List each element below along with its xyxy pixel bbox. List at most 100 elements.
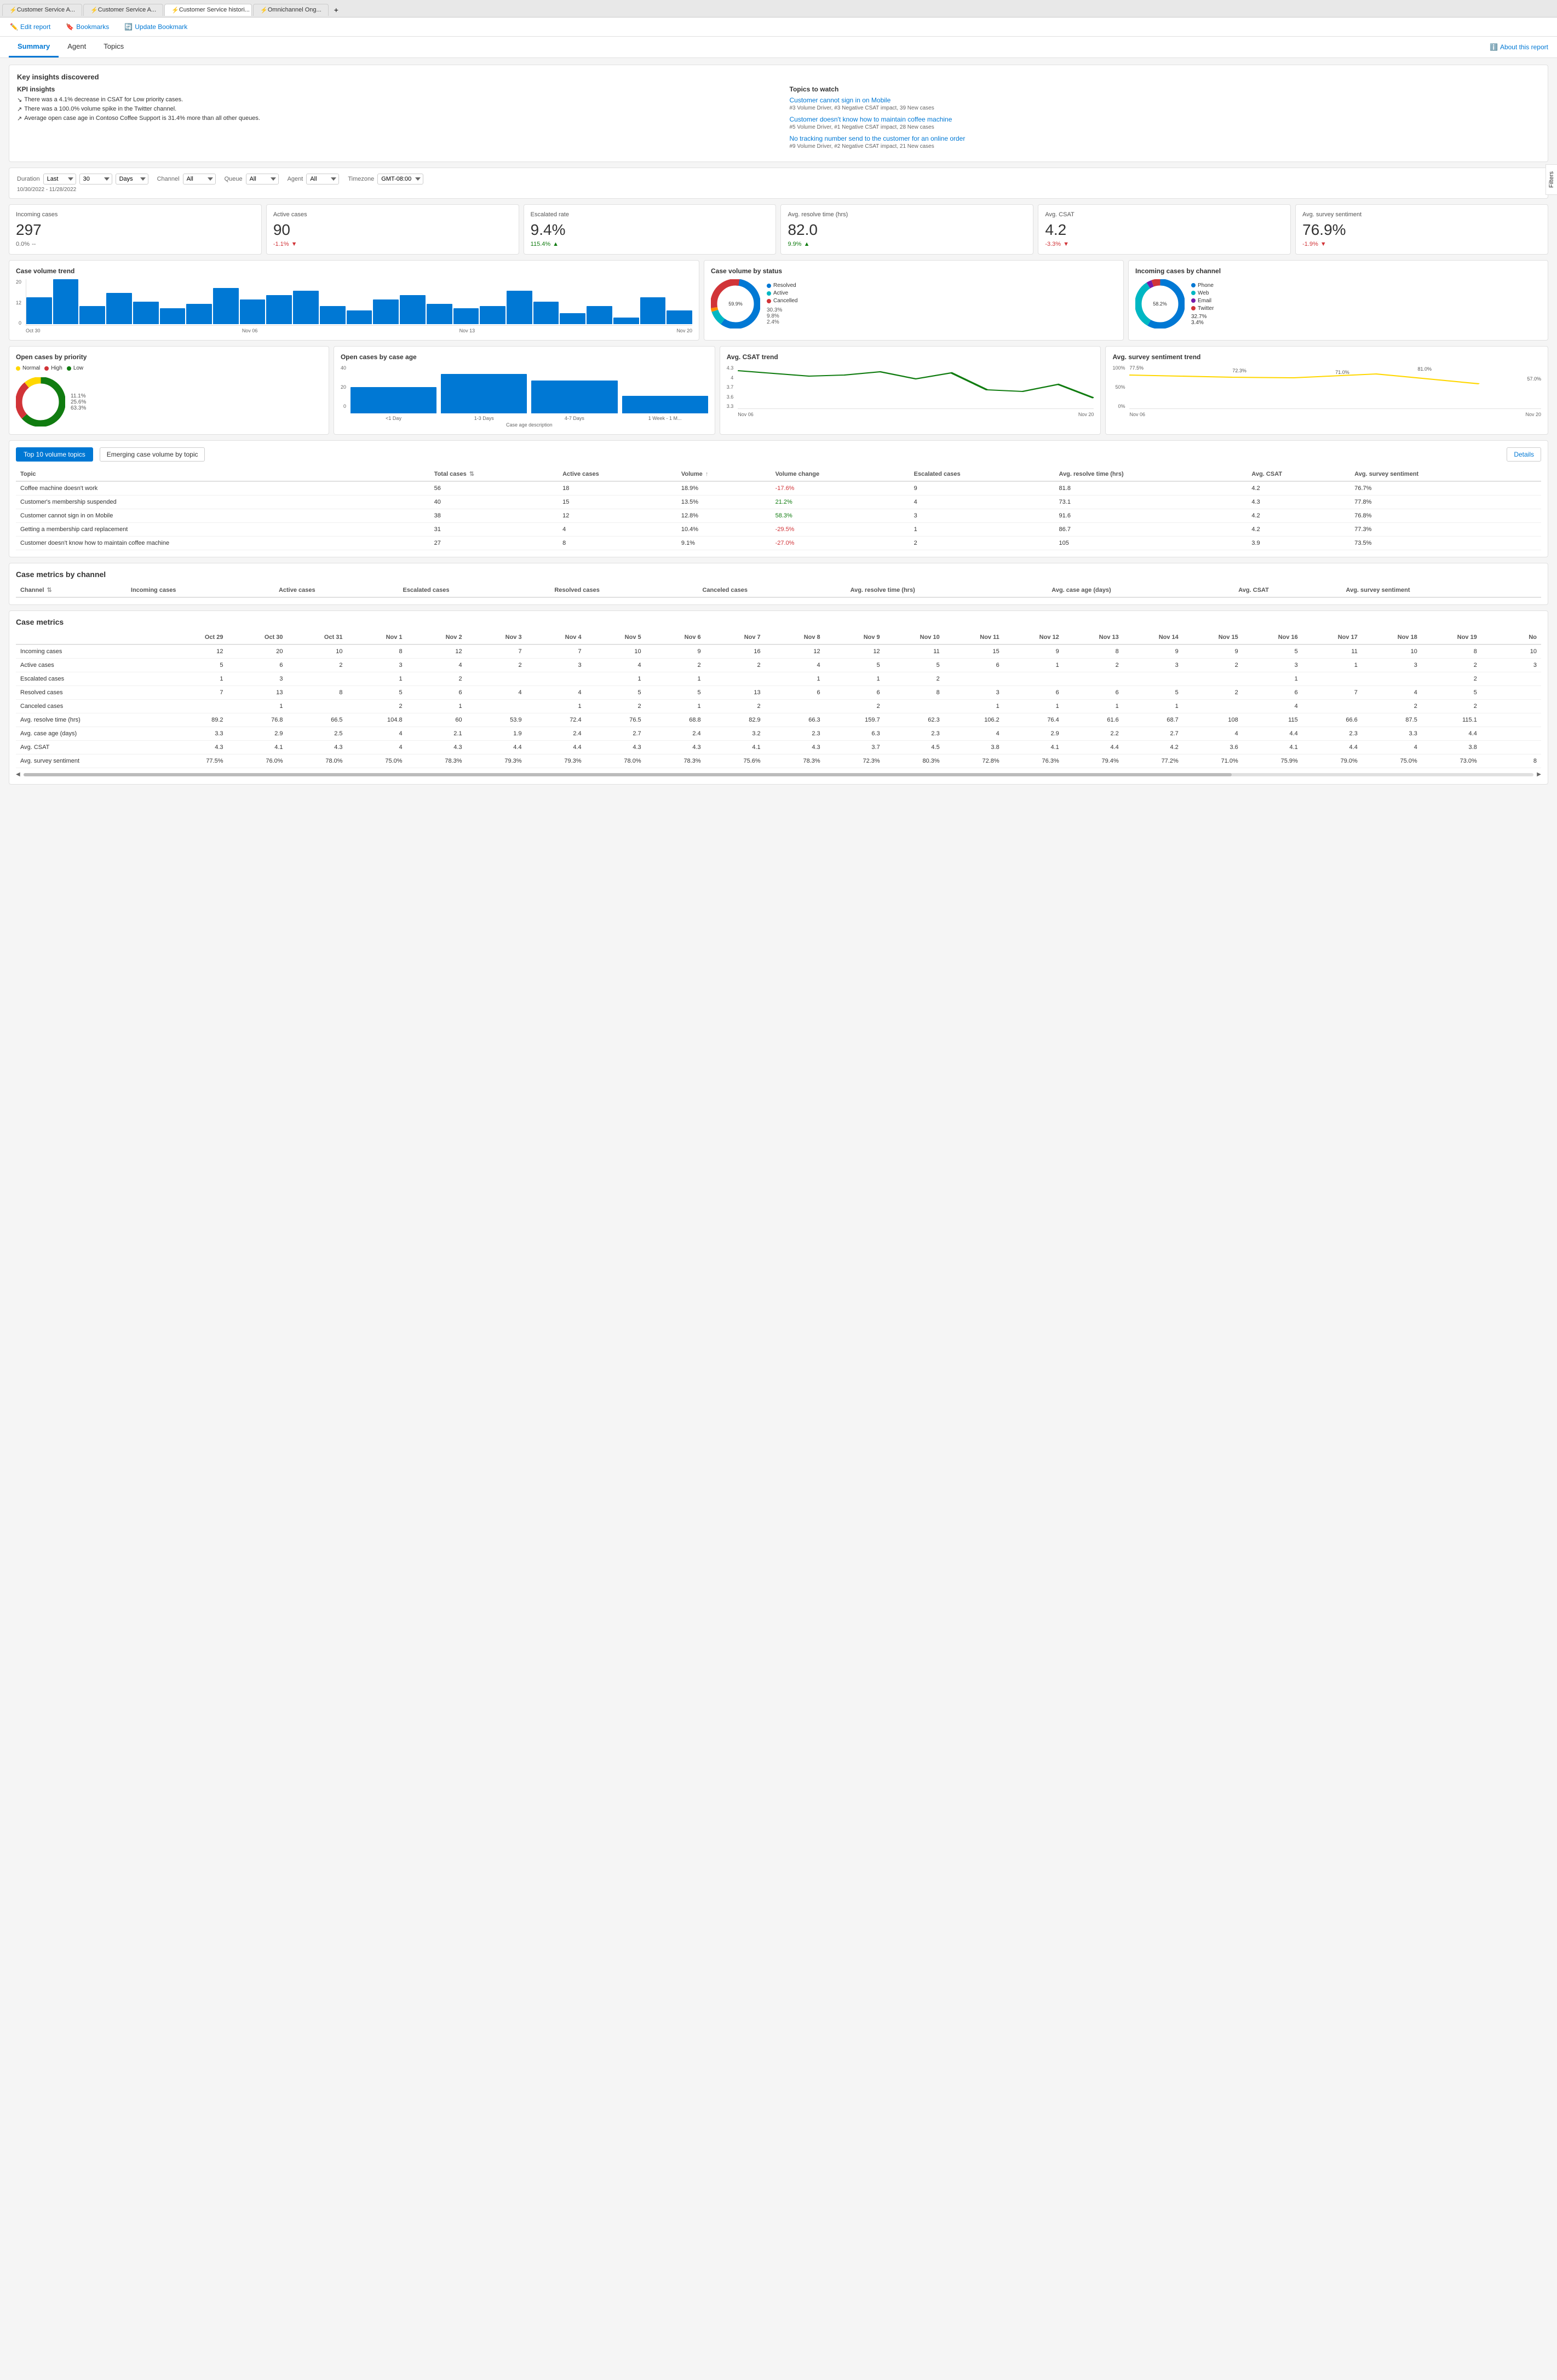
kpi-sentiment-value: 76.9%: [1302, 221, 1541, 239]
kpi-active-value: 90: [273, 221, 512, 239]
th-ch-escalated: Escalated cases: [399, 583, 550, 597]
bar: [106, 293, 132, 324]
topic-link-1[interactable]: Customer cannot sign in on Mobile: [790, 96, 1541, 104]
channel-select[interactable]: All: [183, 174, 216, 185]
th-active-cases[interactable]: Active cases: [558, 467, 677, 481]
date-header: Nov 8: [765, 631, 825, 644]
incoming-channel-legend: Phone Web Email Twitter 3: [1191, 283, 1214, 326]
daily-metrics-title: Case metrics: [16, 618, 1541, 626]
kpi-resolve-change: 9.9% ▲: [788, 241, 1026, 247]
phone-dot: [1191, 283, 1196, 287]
tab-3[interactable]: ⚡ Customer Service histori... ✕: [164, 4, 252, 16]
new-tab-button[interactable]: +: [330, 3, 343, 16]
csat-trend-title: Avg. CSAT trend: [727, 353, 1094, 361]
tab-2-icon: ⚡: [90, 7, 98, 14]
tab-2[interactable]: ⚡ Customer Service A...: [83, 4, 163, 16]
topic-meta-3: #9 Volume Driver, #2 Negative CSAT impac…: [790, 143, 1541, 149]
daily-row: Incoming cases12201081277109161212111598…: [16, 644, 1541, 659]
timezone-filter: Timezone GMT-08:00: [348, 174, 423, 185]
kpi-item-3: ↗ Average open case age in Contoso Coffe…: [17, 115, 768, 122]
kpi-card-resolve-time: Avg. resolve time (hrs) 82.0 9.9% ▲: [780, 204, 1033, 255]
scroll-bar[interactable]: [24, 773, 1534, 776]
duration-unit-select[interactable]: Days: [116, 174, 148, 185]
kpi-escalated-label: Escalated rate: [531, 211, 769, 218]
tab-1[interactable]: ⚡ Customer Service A...: [2, 4, 82, 16]
bar: [293, 291, 319, 325]
bar: [53, 279, 79, 324]
arrow-icon-3: ↗: [17, 115, 22, 122]
topics-table: Topic Total cases ⇅ Active cases Volume …: [16, 467, 1541, 550]
up-arrow-resolve: ▲: [804, 241, 810, 247]
scroll-thumb: [24, 773, 1232, 776]
update-bookmark-button[interactable]: 🔄 Update Bookmark: [121, 21, 191, 33]
date-header: Nov 10: [884, 631, 944, 644]
sentiment-trend-title: Avg. survey sentiment trend: [1112, 353, 1541, 361]
emerging-volume-button[interactable]: Emerging case volume by topic: [100, 447, 205, 462]
duration-num-select[interactable]: 30: [79, 174, 112, 185]
details-button[interactable]: Details: [1507, 447, 1541, 462]
tab-summary[interactable]: Summary: [9, 37, 59, 57]
age-bar-1-3days: [441, 374, 527, 413]
bookmark-icon: 🔖: [66, 23, 74, 31]
volume-x-labels: Oct 30 Nov 06 Nov 13 Nov 20: [26, 328, 692, 333]
kpi-escalated-value: 9.4%: [531, 221, 769, 239]
channel-metrics-card: Case metrics by channel Channel ⇅ Incomi…: [9, 563, 1548, 605]
tab-topics[interactable]: Topics: [95, 37, 133, 57]
daily-row: Active cases56234234224556123231323: [16, 659, 1541, 672]
tab-agent[interactable]: Agent: [59, 37, 95, 57]
agent-select[interactable]: All: [306, 174, 339, 185]
tab-4[interactable]: ⚡ Omnichannel Ong...: [253, 4, 329, 16]
bar: [427, 304, 452, 324]
th-resolve-time: Avg. resolve time (hrs): [1055, 467, 1248, 481]
topics-table-card: Top 10 volume topics Emerging case volum…: [9, 440, 1548, 557]
date-header: Nov 4: [526, 631, 586, 644]
agent-label: Agent: [288, 176, 303, 182]
topic-link-3[interactable]: No tracking number send to the customer …: [790, 135, 1541, 142]
tab-3-label: Customer Service histori...: [179, 7, 250, 13]
main-content: Key insights discovered KPI insights ↘ T…: [0, 58, 1557, 797]
topics-table-header-row: Topic Total cases ⇅ Active cases Volume …: [16, 467, 1541, 481]
date-header: No: [1481, 631, 1541, 644]
kpi-incoming-change: 0.0% --: [16, 241, 255, 247]
date-header: Nov 19: [1422, 631, 1481, 644]
th-volume[interactable]: Volume ↑: [677, 467, 771, 481]
bar: [240, 299, 266, 324]
th-total-cases[interactable]: Total cases ⇅: [430, 467, 558, 481]
incoming-channel-donut: 58.2% Phone Web Email: [1135, 279, 1541, 329]
bar: [26, 297, 52, 324]
kpi-incoming-label: Incoming cases: [16, 211, 255, 218]
duration-period-select[interactable]: Last: [43, 174, 76, 185]
bar: [320, 306, 346, 324]
about-report-link[interactable]: ℹ️ About this report: [1490, 43, 1548, 51]
kpi-active-label: Active cases: [273, 211, 512, 218]
age-bars-container: <1 Day 1-3 Days 4-7 Days 1 Week - 1 M...…: [351, 365, 708, 428]
th-ch-resolve-time: Avg. resolve time (hrs): [846, 583, 1048, 597]
tab-2-label: Customer Service A...: [98, 7, 156, 13]
daily-metrics-scroll[interactable]: Oct 29Oct 30Oct 31Nov 1Nov 2Nov 3Nov 4No…: [16, 631, 1541, 768]
info-icon: ℹ️: [1490, 43, 1498, 51]
legend-active: Active: [767, 290, 797, 296]
queue-select[interactable]: All: [246, 174, 279, 185]
sentiment-x-labels: Nov 06 Nov 20: [1129, 412, 1541, 417]
th-ch-csat: Avg. CSAT: [1234, 583, 1341, 597]
kpi-incoming-value: 297: [16, 221, 255, 239]
th-channel[interactable]: Channel ⇅: [16, 583, 127, 597]
table-row: Getting a membership card replacement 31…: [16, 523, 1541, 537]
th-ch-incoming: Incoming cases: [127, 583, 274, 597]
timezone-select[interactable]: GMT-08:00: [377, 174, 423, 185]
th-ch-case-age: Avg. case age (days): [1047, 583, 1234, 597]
top-volume-topics-button[interactable]: Top 10 volume topics: [16, 447, 93, 462]
topic-link-2[interactable]: Customer doesn't know how to maintain co…: [790, 116, 1541, 123]
edit-report-button[interactable]: ✏️ Edit report: [7, 21, 54, 33]
filters-sidebar[interactable]: Filters: [1545, 164, 1557, 195]
sentiment-trend-area: 100% 50% 0% Nov 06 Nov 20 77.5% 72.3% 71…: [1112, 365, 1541, 409]
down-arrow-active: ▼: [291, 241, 297, 247]
channel-filter: Channel All: [157, 174, 216, 185]
table-row: Customer's membership suspended 40 15 13…: [16, 495, 1541, 509]
duration-label: Duration: [17, 176, 40, 182]
arrow-icon-2: ↗: [17, 106, 22, 113]
avg-csat-trend-chart: Avg. CSAT trend 4.3 4 3.7 3.6 3.3 Nov 06…: [720, 346, 1101, 435]
queue-label: Queue: [225, 176, 243, 182]
kpi-cards-row: Incoming cases 297 0.0% -- Active cases …: [9, 204, 1548, 255]
bookmarks-button[interactable]: 🔖 Bookmarks: [62, 21, 112, 33]
